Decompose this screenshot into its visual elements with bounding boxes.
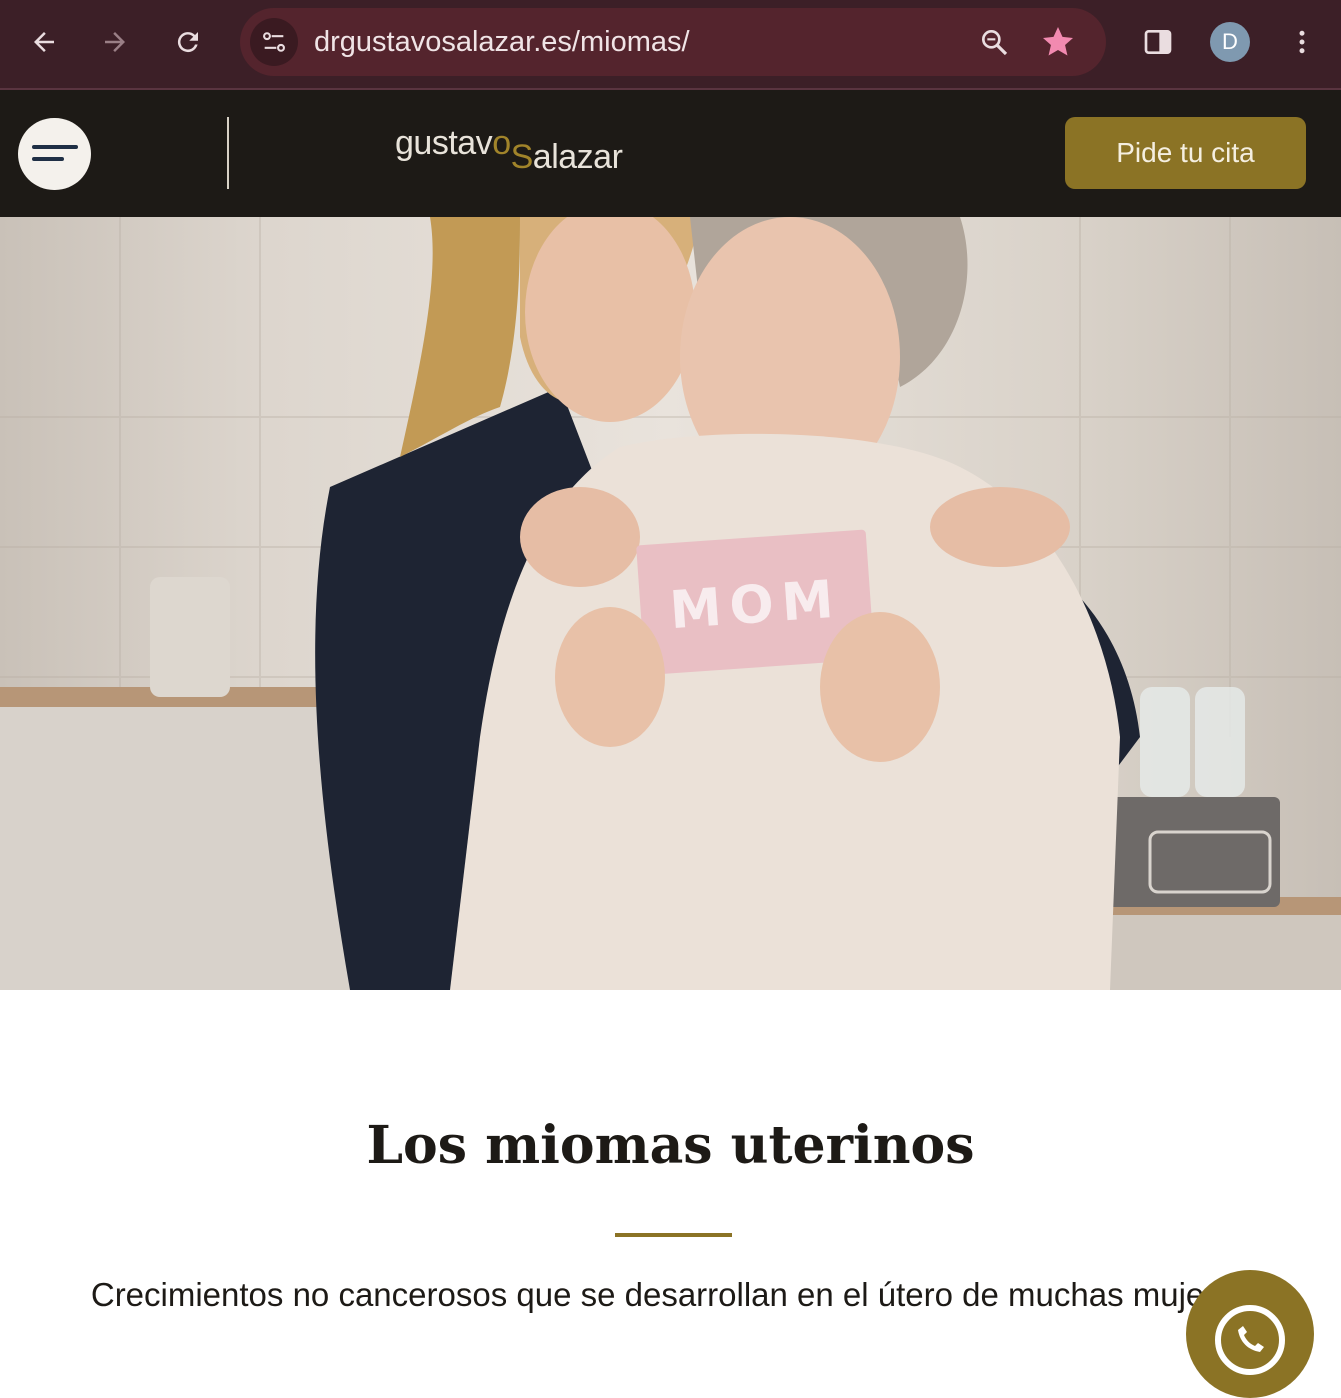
zoom-button[interactable]	[974, 22, 1014, 62]
intro-section: Los miomas uterinos Crecimientos no canc…	[0, 990, 1341, 1341]
address-bar[interactable]: drgustavosalazar.es/miomas/	[240, 8, 1106, 76]
zoom-icon	[982, 29, 1008, 56]
profile-avatar[interactable]: D	[1210, 22, 1250, 62]
back-arrow-icon	[34, 32, 54, 52]
page-subtitle: Crecimientos no cancerosos que se desarr…	[90, 1276, 1251, 1313]
hero-image: MOM	[0, 217, 1341, 990]
book-appointment-button[interactable]: Pide tu cita	[1065, 117, 1306, 189]
hamburger-menu-icon	[31, 145, 78, 161]
logo-text-last: alazar	[532, 138, 623, 176]
url-text[interactable]: drgustavosalazar.es/miomas/	[314, 8, 690, 76]
reload-icon	[177, 32, 198, 53]
logo-text-first: gustav	[395, 124, 493, 162]
site-settings-icon	[263, 32, 285, 52]
side-panel-icon	[1144, 30, 1172, 54]
bookmark-button[interactable]	[1038, 22, 1078, 62]
logo-accent-s: S	[510, 138, 534, 176]
site-info-button[interactable]	[250, 18, 298, 66]
browser-toolbar: drgustavosalazar.es/miomas/ D	[0, 0, 1341, 90]
whatsapp-button[interactable]	[1186, 1270, 1314, 1398]
menu-button[interactable]	[18, 118, 91, 190]
whatsapp-icon	[1215, 1305, 1285, 1375]
side-panel-button[interactable]	[1132, 18, 1184, 66]
bookmark-star-icon	[1043, 27, 1073, 56]
page-title: Los miomas uterinos	[366, 1115, 975, 1176]
site-header: gustavoSalazar Pide tu cita	[0, 90, 1341, 217]
browser-menu-button[interactable]	[1276, 18, 1328, 66]
logo-accent-o: o	[492, 124, 511, 162]
title-underline	[615, 1233, 732, 1237]
site-logo[interactable]: gustavoSalazar	[395, 124, 623, 184]
card-text: MOM	[668, 569, 843, 641]
header-divider	[227, 117, 229, 189]
more-vert-icon	[1299, 30, 1305, 54]
back-button[interactable]	[18, 18, 70, 66]
hero-photo: MOM	[0, 217, 1341, 990]
forward-button[interactable]	[89, 18, 141, 66]
forward-arrow-icon	[105, 32, 125, 52]
reload-button[interactable]	[162, 18, 214, 66]
